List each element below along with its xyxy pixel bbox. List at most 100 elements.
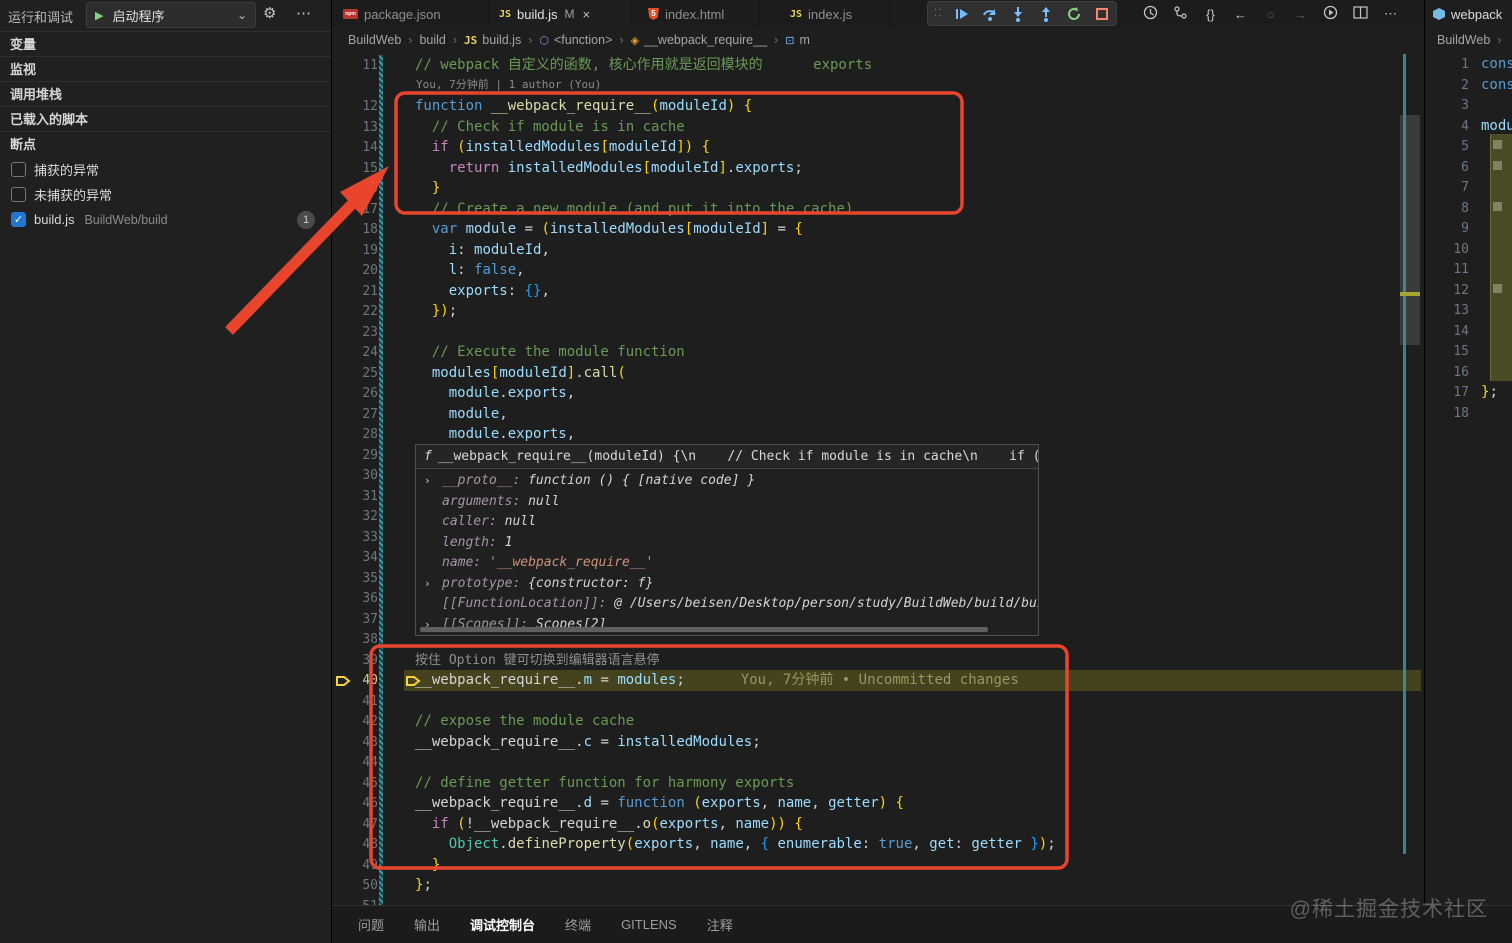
code-line-47[interactable]: 47 if (!__webpack_require__.o(exports, n…: [332, 814, 1424, 835]
code-line-42[interactable]: 42 // expose the module cache: [332, 711, 1424, 732]
editor-scrollbar-thumb[interactable]: [1400, 115, 1420, 345]
line-number[interactable]: 20: [332, 260, 378, 281]
right-code-line-16[interactable]: 16: [1425, 362, 1512, 383]
line-number[interactable]: 41: [332, 691, 378, 712]
code-line-20[interactable]: 20 l: false,: [332, 260, 1424, 281]
line-number[interactable]: 32: [332, 506, 378, 527]
line-number[interactable]: 14: [1425, 321, 1469, 342]
right-code-line-18[interactable]: 18: [1425, 403, 1512, 424]
code-line-44[interactable]: 44: [332, 752, 1424, 773]
line-number[interactable]: 29: [332, 445, 378, 466]
line-number[interactable]: 15: [1425, 341, 1469, 362]
right-code-line-9[interactable]: 9: [1425, 218, 1512, 239]
popup-property-proto[interactable]: › __proto__: function () { [native code] …: [416, 471, 1038, 492]
line-number[interactable]: 48: [332, 834, 378, 855]
line-content[interactable]: function __webpack_require__(moduleId) {: [415, 96, 752, 117]
line-number[interactable]: 10: [1425, 239, 1469, 260]
section-watch[interactable]: 监视: [0, 56, 331, 81]
popup-property-length[interactable]: length: 1: [416, 533, 1038, 554]
line-number[interactable]: 11: [332, 55, 378, 76]
debug-hover-popup[interactable]: f __webpack_require__(moduleId) {\n // Ch…: [415, 444, 1039, 636]
line-number[interactable]: 51: [332, 896, 378, 906]
line-number[interactable]: 5: [1425, 136, 1469, 157]
line-content[interactable]: });: [415, 301, 457, 322]
code-line-21[interactable]: 21 exports: {},: [332, 281, 1424, 302]
line-content[interactable]: // webpack 自定义的函数, 核心作用就是返回模块的 exports: [415, 55, 872, 76]
tab-package-json[interactable]: npm package.json: [333, 0, 489, 28]
right-code-line-1[interactable]: 1 const: [1425, 54, 1512, 75]
continue-icon[interactable]: [954, 6, 970, 22]
line-number[interactable]: 33: [332, 527, 378, 548]
line-number[interactable]: 42: [332, 711, 378, 732]
line-number[interactable]: 50: [332, 875, 378, 896]
line-number[interactable]: 7: [1425, 177, 1469, 198]
line-number[interactable]: 12: [332, 96, 378, 117]
code-line-26[interactable]: 26 module.exports,: [332, 383, 1424, 404]
tab-index-js[interactable]: JS index.js: [780, 0, 890, 28]
line-number[interactable]: 43: [332, 732, 378, 753]
breadcrumb-project[interactable]: BuildWeb: [348, 33, 401, 47]
right-code-line-13[interactable]: 13: [1425, 300, 1512, 321]
line-content[interactable]: exports: {},: [415, 281, 550, 302]
line-content[interactable]: module.exports,: [415, 424, 575, 445]
run-file-icon[interactable]: [1322, 5, 1339, 23]
line-number[interactable]: 9: [1425, 218, 1469, 239]
line-number[interactable]: 34: [332, 547, 378, 568]
panel-tab-gitlens[interactable]: GITLENS: [621, 917, 677, 932]
line-content[interactable]: l: false,: [415, 260, 525, 281]
tab-index-html[interactable]: 5 index.html: [638, 0, 760, 28]
line-content[interactable]: };: [415, 875, 432, 896]
line-number[interactable]: 13: [332, 117, 378, 138]
close-icon[interactable]: ×: [583, 7, 591, 22]
right-code-line-4[interactable]: 4 modules: [1425, 116, 1512, 137]
line-number[interactable]: 31: [332, 486, 378, 507]
code-line-19[interactable]: 19 i: moduleId,: [332, 240, 1424, 261]
code-line-17[interactable]: 17 // Create a new module (and put it in…: [332, 199, 1424, 220]
line-number[interactable]: 44: [332, 752, 378, 773]
hover-hint-text[interactable]: 按住 Option 键可切换到编辑器语言悬停: [415, 650, 660, 671]
breadcrumb-symbol[interactable]: __webpack_require__: [644, 33, 767, 47]
line-content[interactable]: modules[moduleId].call(: [415, 363, 626, 384]
more-actions-icon[interactable]: ⋯: [1382, 6, 1399, 22]
popup-property-caller[interactable]: caller: null: [416, 512, 1038, 533]
line-number[interactable]: 23: [332, 322, 378, 343]
stop-icon[interactable]: [1094, 6, 1110, 22]
gitlens-codelens[interactable]: You, 7分钟前 | 1 author (You): [416, 76, 601, 92]
breakpoint-caught-exceptions[interactable]: 捕获的异常: [0, 157, 331, 182]
line-number[interactable]: 24: [332, 342, 378, 363]
code-line-40[interactable]: 40 __webpack_require__.m = modules; You, 7…: [332, 670, 1424, 691]
code-line-28[interactable]: 28 module.exports,: [332, 424, 1424, 445]
panel-tab-comments[interactable]: 注释: [707, 915, 733, 934]
line-content[interactable]: __webpack_require__.d = function (export…: [415, 793, 904, 814]
code-line-13[interactable]: 13 // Check if module is in cache: [332, 117, 1424, 138]
line-number[interactable]: 36: [332, 588, 378, 609]
drag-handle-icon[interactable]: ⁚⁚: [934, 8, 942, 19]
line-number[interactable]: 46: [332, 793, 378, 814]
source-control-graph-icon[interactable]: [1172, 5, 1189, 23]
gear-icon[interactable]: ⚙: [263, 4, 276, 22]
chevron-right-icon[interactable]: ›: [424, 574, 431, 595]
line-number[interactable]: 38: [332, 629, 378, 650]
section-loaded-scripts[interactable]: 已载入的脚本: [0, 106, 331, 131]
line-content[interactable]: // Check if module is in cache: [415, 117, 685, 138]
step-out-icon[interactable]: [1038, 6, 1054, 22]
breadcrumb-file[interactable]: build.js: [482, 33, 521, 47]
line-content[interactable]: return installedModules[moduleId].export…: [415, 158, 803, 179]
code-line-18[interactable]: 18 var module = (installedModules[module…: [332, 219, 1424, 240]
right-code-line-5[interactable]: 5: [1425, 136, 1512, 157]
line-content[interactable]: Object.defineProperty(exports, name, { e…: [415, 834, 1056, 855]
more-actions-icon[interactable]: ⋯: [296, 4, 312, 22]
popup-property-prototype[interactable]: › prototype: {constructor: f}: [416, 574, 1038, 595]
line-number[interactable]: 45: [332, 773, 378, 794]
section-breakpoints[interactable]: 断点: [0, 131, 331, 156]
line-content[interactable]: }: [415, 855, 440, 876]
right-code-lines[interactable]: 1 const 2 const 34 modules 5678910111213141516…: [1425, 52, 1512, 905]
split-editor-icon[interactable]: [1352, 5, 1369, 23]
line-number[interactable]: 4: [1425, 116, 1469, 137]
line-number[interactable]: 25: [332, 363, 378, 384]
code-line-11[interactable]: 11 // webpack 自定义的函数, 核心作用就是返回模块的 exports: [332, 55, 1424, 76]
code-line-43[interactable]: 43 __webpack_require__.c = installedModul…: [332, 732, 1424, 753]
line-content[interactable]: }: [415, 178, 440, 199]
line-content[interactable]: module.exports,: [415, 383, 575, 404]
code-line-22[interactable]: 22 });: [332, 301, 1424, 322]
